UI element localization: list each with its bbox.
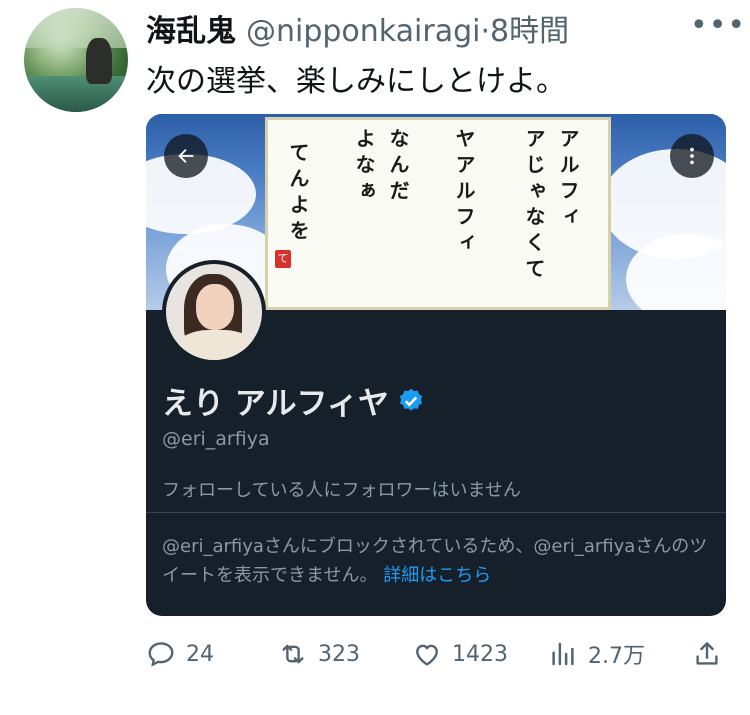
retweet-count: 323 xyxy=(318,641,360,667)
like-count: 1423 xyxy=(452,641,508,667)
vertical-dots-icon xyxy=(690,147,694,165)
profile-name: えり アルフィヤ xyxy=(162,386,389,422)
author-avatar[interactable] xyxy=(24,8,128,112)
share-icon xyxy=(696,642,718,665)
embedded-profile-card[interactable]: アルフィ アじゃなくて ヤアルフィ なんだ よなぁ てんよを て えり アルフィ… xyxy=(146,114,726,616)
back-button[interactable] xyxy=(164,134,208,178)
profile-handle: @eri_arfiya xyxy=(162,428,270,450)
avatar-figure xyxy=(86,38,112,84)
calligraphy-board: アルフィ アじゃなくて ヤアルフィ なんだ よなぁ てんよを て xyxy=(265,117,611,310)
analytics-icon xyxy=(552,642,574,666)
profile-name-row: えり アルフィヤ xyxy=(162,378,425,423)
reply-icon xyxy=(148,642,174,667)
card-divider xyxy=(146,512,726,513)
follow-notice: フォローしている人にフォロワーはいません xyxy=(162,480,521,501)
red-seal: て xyxy=(275,250,291,268)
verified-badge-icon xyxy=(399,388,422,411)
calligraphy-column: よなぁ xyxy=(352,128,376,206)
calligraphy-column: なんだ xyxy=(386,128,410,206)
calligraphy-column: アルフィ xyxy=(556,128,580,232)
blocked-notice: @eri_arfiyaさんにブロックされているため、@eri_arfiyaさんの… xyxy=(162,532,722,590)
calligraphy-column: てんよを xyxy=(286,142,310,246)
details-link[interactable]: 詳細はこちら xyxy=(383,565,491,586)
author-handle-time[interactable]: @nipponkairagi·8時間 xyxy=(246,6,569,50)
calligraphy-column: アじゃなくて xyxy=(522,128,546,284)
avatar-body xyxy=(178,330,254,360)
like-button[interactable]: 1423 xyxy=(412,634,508,674)
profile-avatar[interactable] xyxy=(162,260,266,364)
retweet-button[interactable]: 323 xyxy=(278,634,360,674)
heart-icon xyxy=(416,644,438,666)
tweet-header: 海乱鬼 @nipponkairagi·8時間 xyxy=(146,6,569,50)
reply-button[interactable]: 24 xyxy=(146,634,214,674)
retweet-icon xyxy=(282,644,304,664)
reply-count: 24 xyxy=(186,641,214,667)
more-options-icon[interactable]: ••• xyxy=(690,8,746,43)
tweet-actions: 24 323 1423 2.7万 xyxy=(146,634,726,674)
tweet-text: 次の選挙、楽しみにしとけよ。 xyxy=(146,64,566,99)
calligraphy-column: ヤアルフィ xyxy=(452,128,476,258)
arrow-left-icon xyxy=(178,148,194,164)
profile-menu-button[interactable] xyxy=(670,134,714,178)
avatar-water xyxy=(24,76,128,112)
avatar-face xyxy=(196,284,234,330)
avatar-sky xyxy=(24,8,128,48)
author-name[interactable]: 海乱鬼 xyxy=(146,6,236,50)
views-count: 2.7万 xyxy=(588,644,645,669)
views-button[interactable]: 2.7万 xyxy=(548,634,645,674)
share-button[interactable] xyxy=(692,634,722,674)
